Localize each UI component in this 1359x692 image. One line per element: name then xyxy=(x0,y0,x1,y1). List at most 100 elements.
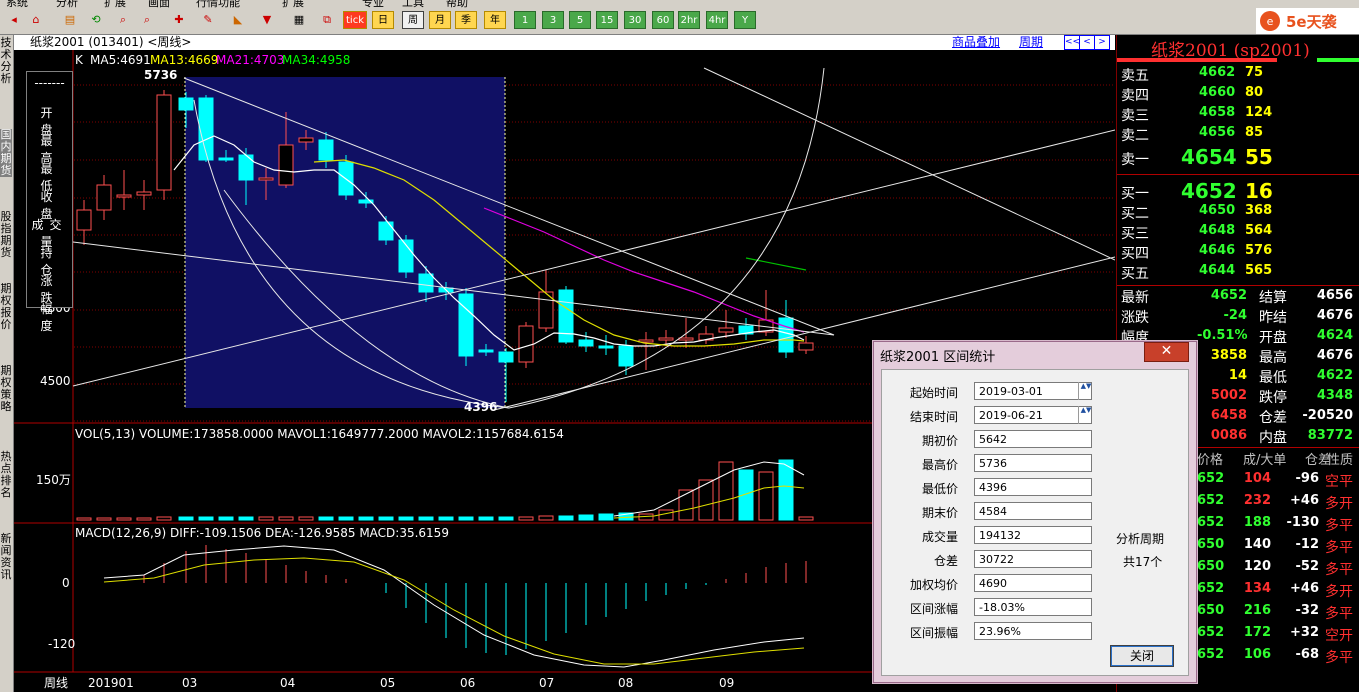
dialog-field-input[interactable]: 194132 xyxy=(974,526,1092,544)
dialog-field-input[interactable]: 4584 xyxy=(974,502,1092,520)
ask-price: 4656 xyxy=(1199,125,1236,140)
period-button[interactable]: 周 xyxy=(402,11,424,29)
menu-item[interactable]: 系统 xyxy=(6,0,28,8)
period-button[interactable]: 季 xyxy=(455,11,477,29)
spin-arrows-icon[interactable]: ▲▼ xyxy=(1078,382,1093,400)
period-button[interactable]: tick xyxy=(343,11,367,29)
dialog-close-button[interactable]: ✕ xyxy=(1144,342,1189,362)
period-button[interactable]: 年 xyxy=(484,11,506,29)
volume-bar xyxy=(478,516,494,521)
trade-volume: 106 xyxy=(1243,647,1271,662)
ma-label: MA34:4958 xyxy=(282,53,350,67)
back-icon[interactable]: ◂ xyxy=(5,11,23,29)
menu-item[interactable]: 扩展 xyxy=(104,0,126,8)
ask-label: 卖五 xyxy=(1121,68,1149,84)
volume-bar xyxy=(758,471,774,521)
dialog-field-input[interactable]: 30722 xyxy=(974,550,1092,568)
period-button[interactable]: 60 xyxy=(652,11,674,29)
ask-row[interactable]: 卖一 4654 55 xyxy=(1117,143,1359,169)
dialog-field-input[interactable]: 2019-06-21 xyxy=(974,406,1092,424)
dialog-field-input[interactable]: 4396 xyxy=(974,478,1092,496)
bid-row[interactable]: 买四 4646 576 xyxy=(1117,241,1359,262)
dialog-field-input[interactable]: 23.96% xyxy=(974,622,1092,640)
menu-item[interactable]: 专业 xyxy=(362,0,384,8)
add-icon[interactable]: ✚ xyxy=(170,11,188,29)
stat-label: 昨结 xyxy=(1259,310,1287,326)
period-button[interactable]: 1 xyxy=(514,11,536,29)
vol-tick: 150万 xyxy=(36,473,71,487)
refresh-icon[interactable]: ⟲ xyxy=(87,11,105,29)
left-tab[interactable]: 热点排名 xyxy=(0,451,12,499)
ask-row[interactable]: 卖三 4658 124 xyxy=(1117,103,1359,124)
menu-item[interactable]: 行情功能 xyxy=(196,0,240,8)
volume-bar xyxy=(258,516,274,521)
left-tab[interactable]: 期权策略 xyxy=(0,365,12,413)
ask-row[interactable]: 卖五 4662 75 xyxy=(1117,63,1359,84)
quote-icon[interactable]: ▤ xyxy=(61,11,79,29)
menu-item[interactable]: 画面 xyxy=(148,0,170,8)
chart-icon[interactable]: ⧉ xyxy=(318,11,336,29)
stat-value: 4676 xyxy=(1316,308,1353,323)
period-button[interactable]: 2hr xyxy=(678,11,700,29)
tool-icon[interactable]: ◣ xyxy=(229,11,247,29)
period-button[interactable]: 日 xyxy=(372,11,394,29)
dialog-field-input[interactable]: 4690 xyxy=(974,574,1092,592)
trade-price: 652 xyxy=(1197,625,1225,640)
nav-prev-button[interactable]: < xyxy=(1079,35,1095,50)
menu-item[interactable]: 扩展 xyxy=(282,0,304,8)
ask-price: 4662 xyxy=(1199,65,1236,80)
dea-line xyxy=(103,557,805,665)
x-axis-label: 07 xyxy=(539,676,554,690)
overlay-link[interactable]: 商品叠加 xyxy=(952,35,1000,50)
period-button[interactable]: Y xyxy=(734,11,756,29)
stat-value: 3858 xyxy=(1210,348,1247,363)
menu-item[interactable]: 帮助 xyxy=(446,0,468,8)
left-tab[interactable]: 技术分析 xyxy=(0,37,12,85)
period-button[interactable]: 30 xyxy=(624,11,646,29)
left-tab[interactable]: 股指期货 xyxy=(0,211,12,259)
bid-row[interactable]: 买一 4652 16 xyxy=(1117,177,1359,203)
brand-text: 5e天袭 xyxy=(1286,13,1337,31)
draw-icon[interactable]: ✎ xyxy=(199,11,217,29)
left-tab[interactable]: 新闻资讯 xyxy=(0,533,12,581)
dialog-field-input[interactable]: 5642 xyxy=(974,430,1092,448)
volume-bar xyxy=(136,517,152,521)
dialog-field-input[interactable]: 5736 xyxy=(974,454,1092,472)
dialog-field-input[interactable]: -18.03% xyxy=(974,598,1092,616)
nav-next-button[interactable]: > xyxy=(1094,35,1110,50)
bid-row[interactable]: 买三 4648 564 xyxy=(1117,221,1359,242)
dialog-field-input[interactable]: 2019-03-01 xyxy=(974,382,1092,400)
bid-label: 买二 xyxy=(1121,206,1149,222)
left-tab[interactable]: 期权报价 xyxy=(0,283,12,331)
bid-row[interactable]: 买五 4644 565 xyxy=(1117,261,1359,282)
period-button[interactable]: 月 xyxy=(429,11,451,29)
period-button[interactable]: 5 xyxy=(569,11,591,29)
period-link[interactable]: 周期 xyxy=(1019,35,1043,50)
spin-arrows-icon[interactable]: ▲▼ xyxy=(1078,406,1093,424)
close-button[interactable]: 关闭 xyxy=(1110,645,1174,667)
filter-icon[interactable]: ▼ xyxy=(258,11,276,29)
zoom-out-icon[interactable]: ⌕ xyxy=(138,11,156,29)
period-button[interactable]: 3 xyxy=(542,11,564,29)
menu-item[interactable]: 工具 xyxy=(402,0,424,8)
ask-label: 卖四 xyxy=(1121,88,1149,104)
nav-first-button[interactable]: << xyxy=(1064,35,1080,50)
zoom-in-icon[interactable]: ⌕ xyxy=(114,11,132,29)
toolbar: ◂ ⌂ ▤ ⟲ ⌕ ⌕ ✚ ✎ ◣ ▼ ▦ ⧉ tick 日周月季年 1 3 5 15 30 60 2hr 4hr Y xyxy=(0,8,1359,35)
menu-bar: 系统 分析 扩展 画面 行情功能 扩展 专业 工具 帮助 xyxy=(0,0,1359,8)
period-button[interactable]: 15 xyxy=(596,11,618,29)
table-icon[interactable]: ▦ xyxy=(290,11,308,29)
menu-item[interactable]: 分析 xyxy=(56,0,78,8)
ask-row[interactable]: 卖二 4656 85 xyxy=(1117,123,1359,144)
bid-row[interactable]: 买二 4650 368 xyxy=(1117,201,1359,222)
trade-oi-change: -32 xyxy=(1295,603,1320,618)
trade-volume: 216 xyxy=(1243,603,1271,618)
ask-row[interactable]: 卖四 4660 80 xyxy=(1117,83,1359,104)
volume-bar xyxy=(298,516,314,521)
dialog-field-label: 最低价 xyxy=(921,482,958,496)
macd-title: MACD(12,26,9) DIFF:-109.1506 DEA:-126.95… xyxy=(75,526,449,540)
period-button[interactable]: 4hr xyxy=(706,11,728,29)
home-icon[interactable]: ⌂ xyxy=(27,11,45,29)
candle xyxy=(156,94,172,191)
left-tab[interactable]: 国内期货 xyxy=(0,129,12,177)
